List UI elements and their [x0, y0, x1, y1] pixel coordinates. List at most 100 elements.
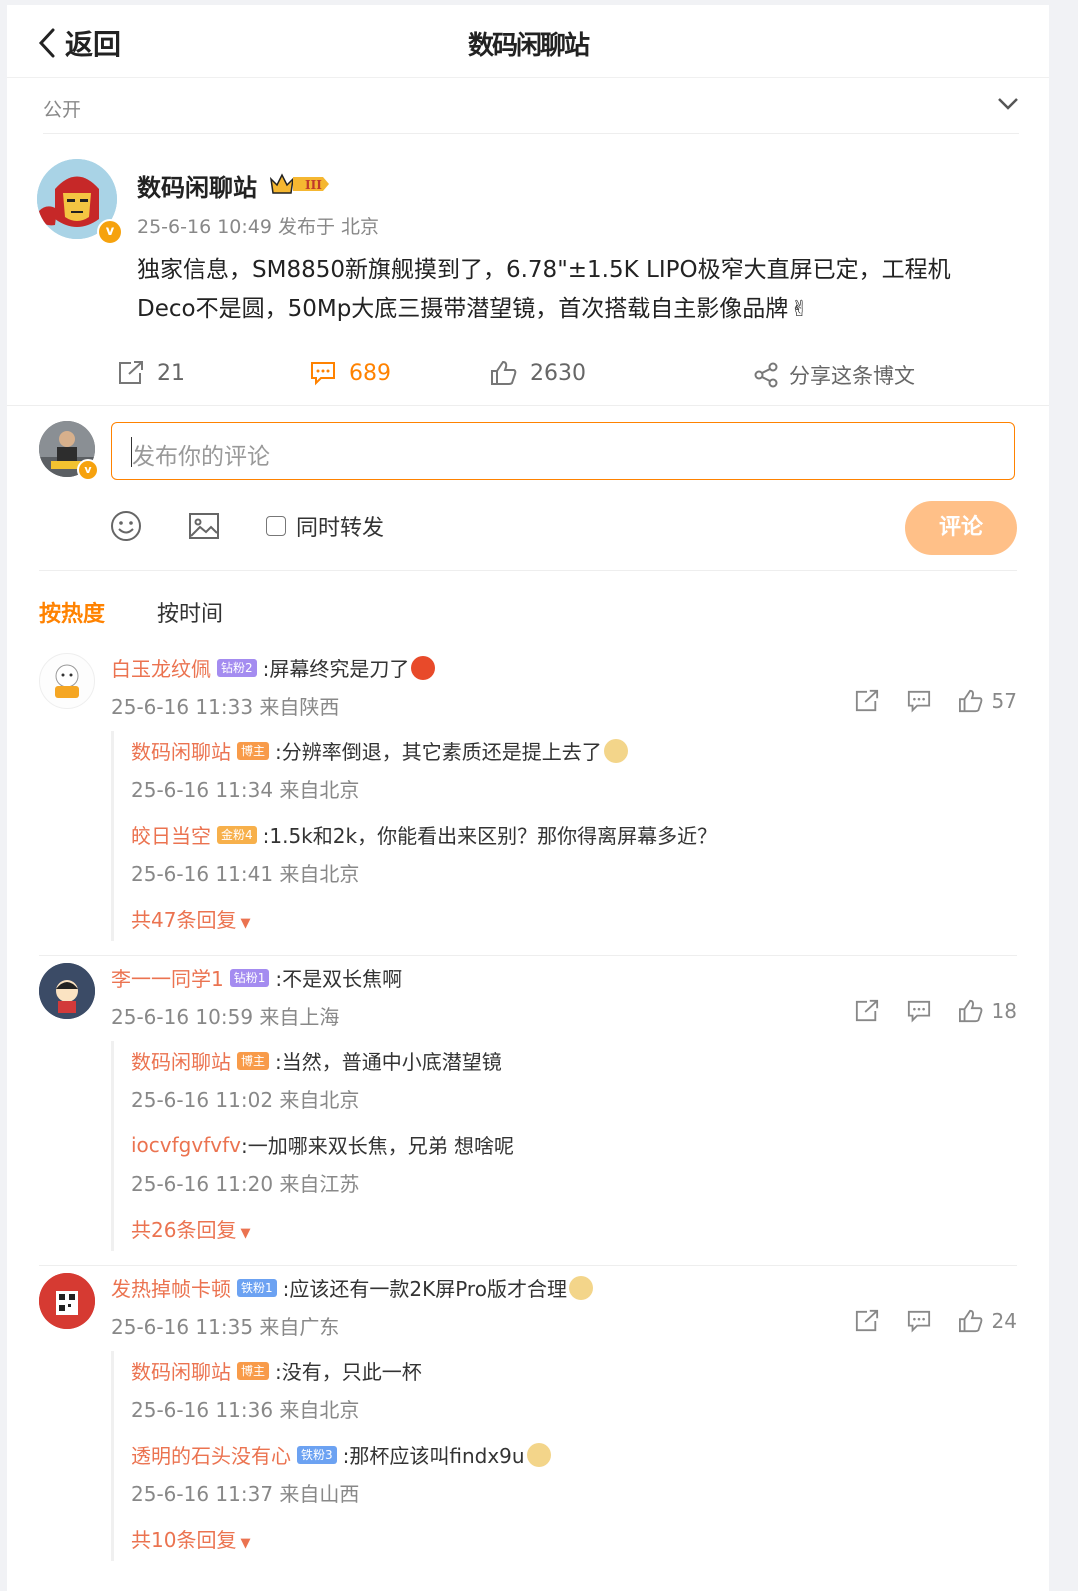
verified-icon: v [97, 219, 123, 245]
fan-badge: 铁粉1 [237, 1278, 277, 1297]
comment-author[interactable]: 李一一同学1 [111, 963, 224, 992]
reply-author[interactable]: 数码闲聊站 [131, 1356, 231, 1385]
comment-like-button[interactable]: 18 [958, 999, 1017, 1023]
reply-author[interactable]: 数码闲聊站 [131, 1046, 231, 1075]
reply-text: :那杯应该叫findx9u [342, 1444, 525, 1468]
repost-checkbox[interactable] [266, 516, 286, 536]
weibo-page: 返回 数码闲聊站 公开 v 数码闲聊站 III 25-6-16 10:49 发布… [7, 5, 1049, 1591]
comment-icon [311, 362, 335, 386]
post-body: 独家信息，SM8850新旗舰摸到了，6.78"±1.5K LIPO极窄大直屏已定… [137, 251, 1017, 329]
host-badge: 博主 [237, 741, 270, 760]
comment-author[interactable]: 发热掉帧卡顿 [111, 1273, 231, 1302]
like-button[interactable]: 2630 [490, 360, 586, 386]
comment-like-button[interactable]: 57 [958, 689, 1017, 713]
reply-line: 数码闲聊站 博主 :没有，只此一杯 [131, 1356, 422, 1385]
comment-icon[interactable] [906, 1309, 932, 1333]
fan-badge: 铁粉3 [297, 1445, 337, 1464]
doge-emoji-icon [603, 738, 628, 763]
chevron-down-icon[interactable] [997, 97, 1019, 111]
reply-author[interactable]: 皎日当空 [131, 820, 211, 849]
like-count: 2630 [530, 360, 586, 386]
reply-line: 数码闲聊站 博主 :当然，普通中小底潜望镜 [131, 1046, 502, 1075]
reply-time: 25-6-16 11:02 来自北京 [131, 1088, 360, 1112]
repost-toggle[interactable]: 同时转发 [266, 510, 384, 542]
share-label: 分享这条博文 [789, 364, 915, 388]
caret-down-icon: ▼ [240, 1536, 251, 1551]
fan-badge: 金粉4 [217, 825, 257, 844]
comment-icon[interactable] [906, 689, 932, 713]
image-icon[interactable] [188, 510, 220, 542]
reply-time: 25-6-16 11:37 来自山西 [131, 1482, 360, 1506]
comment-time: 25-6-16 11:33 来自陕西 [111, 695, 340, 719]
doge-emoji-icon [568, 1275, 593, 1300]
reply-line: iocvfgvfvfv :一加哪来双长焦，兄弟 想啥呢 [131, 1130, 514, 1159]
verified-icon: v [77, 459, 99, 481]
emoji-icon[interactable] [110, 510, 142, 542]
comment-button[interactable]: 689 [309, 360, 391, 386]
comment-time: 25-6-16 11:35 来自广东 [111, 1315, 340, 1339]
more-replies-link[interactable]: 共47条回复 ▼ [131, 904, 250, 933]
repost-icon[interactable] [854, 1309, 880, 1333]
more-replies-label: 共47条回复 [131, 908, 237, 932]
reply-time: 25-6-16 11:34 来自北京 [131, 778, 360, 802]
commenter-avatar[interactable] [39, 963, 95, 1019]
post-author-name[interactable]: 数码闲聊站 [137, 168, 257, 203]
post-text-line1: 独家信息，SM8850新旗舰摸到了，6.78"±1.5K LIPO极窄大直屏已定… [137, 257, 951, 283]
reply-line: 透明的石头没有心 铁粉3 :那杯应该叫findx9u [131, 1440, 551, 1469]
repost-icon[interactable] [854, 689, 880, 713]
post-location: 发布于 北京 [278, 216, 380, 238]
caret-down-icon: ▼ [240, 1226, 251, 1241]
divider [39, 1265, 1017, 1266]
visibility-selector[interactable]: 公开 [43, 89, 1019, 134]
more-replies-link[interactable]: 共10条回复 ▼ [131, 1524, 250, 1553]
comment-tools: 24 [828, 1309, 1017, 1333]
comment-input[interactable]: 发布你的评论 [111, 422, 1015, 480]
comment-time: 25-6-16 10:59 来自上海 [111, 1005, 340, 1029]
submit-comment-button[interactable]: 评论 [905, 501, 1017, 555]
reply-author[interactable]: iocvfgvfvfv [131, 1133, 241, 1157]
comment-icon[interactable] [906, 999, 932, 1023]
comment-like-count: 18 [991, 999, 1017, 1023]
reply-list: 数码闲聊站 博主 :当然，普通中小底潜望镜 25-6-16 11:02 来自北京… [111, 1041, 1020, 1251]
reply-text: :分辨率倒退，其它素质还是提上去了 [275, 740, 602, 764]
repost-button[interactable]: 21 [117, 360, 185, 386]
visibility-label: 公开 [43, 99, 82, 121]
post-meta: 25-6-16 10:49 发布于 北京 [137, 212, 379, 239]
reply-list: 数码闲聊站 博主 :没有，只此一杯 25-6-16 11:36 来自北京 透明的… [111, 1351, 1020, 1561]
more-replies-label: 共26条回复 [131, 1218, 237, 1242]
reply-text: :一加哪来双长焦，兄弟 想啥呢 [240, 1134, 515, 1158]
comment-tools: 57 [828, 689, 1017, 713]
my-avatar-wrap[interactable]: v [39, 421, 99, 481]
victory-emoji-icon: ✌ [790, 297, 809, 322]
reply-author[interactable]: 数码闲聊站 [131, 736, 231, 765]
post-time: 25-6-16 10:49 [137, 216, 272, 238]
tab-sort-hot[interactable]: 按热度 [39, 596, 105, 628]
reply-author[interactable]: 透明的石头没有心 [131, 1440, 291, 1469]
cat-avatar-image [55, 664, 79, 698]
comment-2-line: 李一一同学1 钻粉1 :不是双长焦啊 [111, 963, 402, 992]
doge-emoji-icon [526, 1442, 551, 1467]
reply-time: 25-6-16 11:36 来自北京 [131, 1398, 360, 1422]
repost-count: 21 [157, 360, 185, 386]
share-button[interactable]: 分享这条博文 [753, 360, 915, 390]
comment-like-button[interactable]: 24 [958, 1309, 1017, 1333]
reply-line: 数码闲聊站 博主 :分辨率倒退，其它素质还是提上去了 [131, 736, 628, 765]
more-replies-link[interactable]: 共26条回复 ▼ [131, 1214, 250, 1243]
tab-sort-time[interactable]: 按时间 [157, 596, 223, 628]
svg-text:III: III [305, 178, 322, 192]
repost-icon[interactable] [854, 999, 880, 1023]
reply-line: 皎日当空 金粉4 :1.5k和2k，你能看出来区别？那你得离屏幕多近？ [131, 820, 717, 849]
commenter-avatar[interactable] [39, 653, 95, 709]
crown-icon: III [269, 173, 329, 194]
reply-text: :没有，只此一杯 [275, 1360, 422, 1384]
comment-like-count: 57 [991, 689, 1017, 713]
caret-down-icon: ▼ [240, 916, 251, 931]
reply-text: :1.5k和2k，你能看出来区别？那你得离屏幕多近？ [262, 824, 718, 848]
author-avatar-wrap[interactable]: v [37, 159, 123, 245]
comment-author[interactable]: 白玉龙纹佩 [111, 653, 211, 682]
host-badge: 博主 [237, 1361, 270, 1380]
post-text-line2: Deco不是圆，50Mp大底三摄带潜望镜，首次搭载自主影像品牌 [137, 296, 789, 322]
commenter-avatar[interactable] [39, 1273, 95, 1329]
divider [7, 405, 1049, 406]
reply-time: 25-6-16 11:20 来自江苏 [131, 1172, 360, 1196]
